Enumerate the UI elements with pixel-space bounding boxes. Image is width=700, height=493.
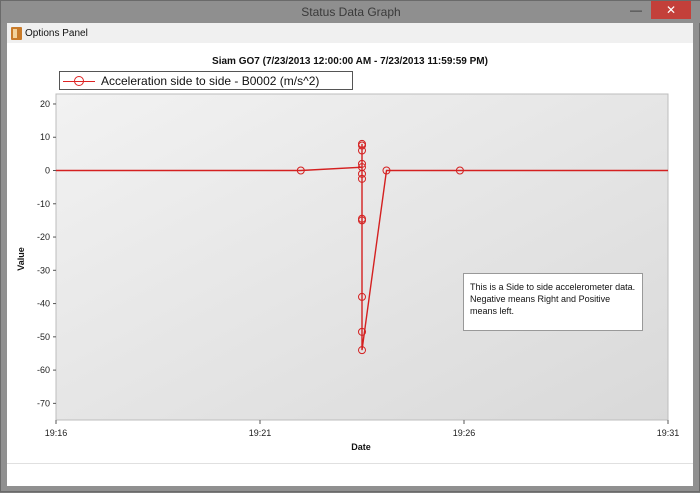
y-axis-label: Value: [16, 247, 26, 271]
y-tick-label: -30: [37, 265, 50, 275]
x-tick-label: 19:26: [453, 428, 476, 438]
x-axis-label: Date: [351, 442, 371, 452]
y-tick-label: 10: [40, 132, 50, 142]
y-tick-label: -40: [37, 299, 50, 309]
legend-line-marker-icon: [63, 75, 95, 87]
legend: Acceleration side to side - B0002 (m/s^2…: [59, 71, 353, 90]
x-tick-label: 19:21: [249, 428, 272, 438]
x-tick-label: 19:16: [45, 428, 68, 438]
status-data-graph-window: Status Data Graph — ☐ ✕ Options Panel Si…: [0, 0, 700, 492]
y-tick-label: -50: [37, 332, 50, 342]
x-tick-label: 19:31: [657, 428, 680, 438]
y-tick-label: -70: [37, 398, 50, 408]
y-tick-label: -20: [37, 232, 50, 242]
legend-series-name: Acceleration side to side - B0002 (m/s^2…: [101, 73, 320, 88]
y-tick-label: 20: [40, 99, 50, 109]
annotation-note: This is a Side to side accelerometer dat…: [463, 273, 643, 331]
y-tick-label: 0: [45, 166, 50, 176]
y-tick-label: -60: [37, 365, 50, 375]
y-tick-label: -10: [37, 199, 50, 209]
